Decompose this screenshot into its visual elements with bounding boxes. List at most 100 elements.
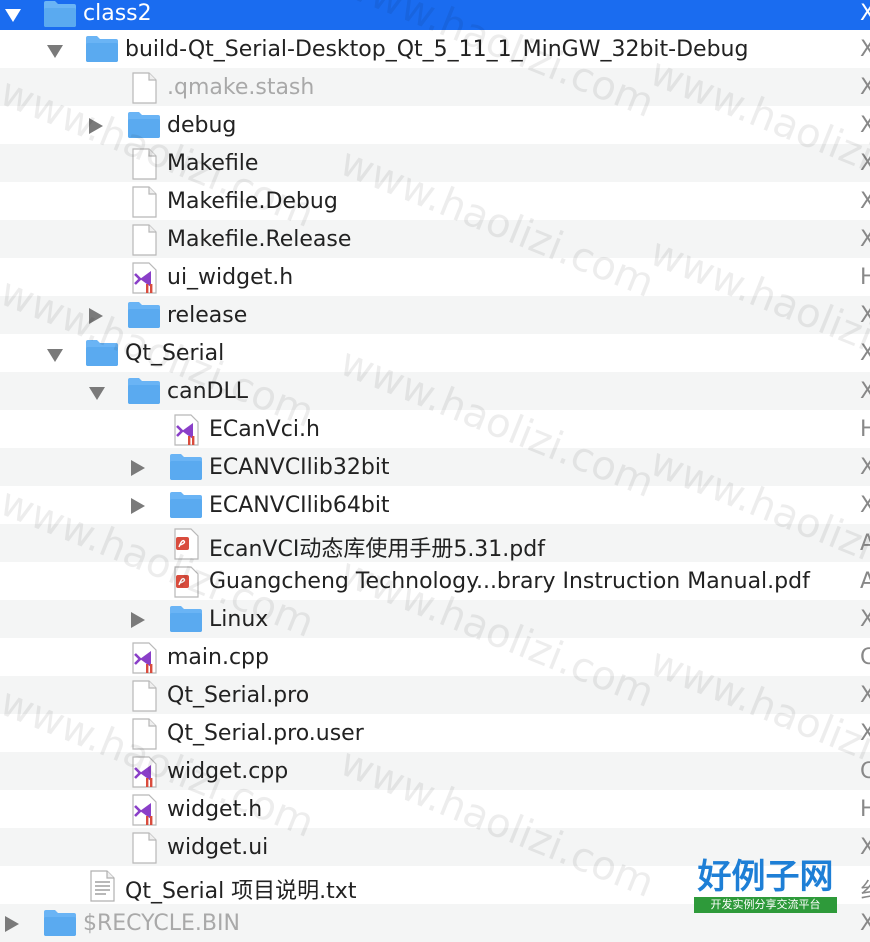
- tree-row-label: Qt_Serial 项目说明.txt: [125, 879, 357, 904]
- document-icon: [127, 224, 161, 260]
- tree-row-label: release: [167, 303, 248, 328]
- kind-column-cell: X: [860, 75, 870, 100]
- tree-row-label: EcanVCI动态库使用手册5.31.pdf: [209, 537, 545, 562]
- kind-column-cell: C: [860, 645, 870, 670]
- disclosure-triangle-collapsed-icon[interactable]: [89, 308, 103, 324]
- kind-column-cell: X: [860, 341, 870, 366]
- tree-row-label: Guangcheng Technology...brary Instructio…: [209, 569, 810, 594]
- kind-column-cell: X: [860, 113, 870, 138]
- disclosure-triangle-expanded-icon[interactable]: [47, 349, 63, 362]
- tree-row-label: Makefile.Release: [167, 227, 352, 252]
- tree-row-label: class2: [83, 1, 152, 26]
- kind-column-cell: X: [860, 37, 870, 62]
- tree-row-label: main.cpp: [167, 645, 269, 670]
- tree-row[interactable]: main.cpp C: [0, 638, 870, 676]
- document-icon: [127, 680, 161, 716]
- kind-column-cell: X: [860, 1, 870, 26]
- file-tree: class2 Xbuild-Qt_Serial-Desktop_Qt_5_11_1…: [0, 0, 870, 942]
- disclosure-triangle-expanded-icon[interactable]: [89, 387, 105, 400]
- kind-column-cell: H: [860, 417, 870, 442]
- text-file-icon: [85, 870, 119, 906]
- tree-row[interactable]: ECANVCIlib32bit X: [0, 448, 870, 486]
- kind-column-cell: X: [860, 455, 870, 480]
- kind-column-cell: X: [860, 493, 870, 518]
- kind-column-cell: H: [860, 265, 870, 290]
- folder-icon: [169, 604, 203, 638]
- visual-studio-file-icon: [127, 262, 161, 298]
- tree-row[interactable]: build-Qt_Serial-Desktop_Qt_5_11_1_MinGW_…: [0, 30, 870, 68]
- tree-row[interactable]: Linux X: [0, 600, 870, 638]
- tree-row[interactable]: Qt_Serial.pro X: [0, 676, 870, 714]
- folder-icon: [169, 490, 203, 524]
- tree-row[interactable]: widget.h H: [0, 790, 870, 828]
- kind-column-cell: X: [860, 227, 870, 252]
- tree-row[interactable]: ui_widget.h H: [0, 258, 870, 296]
- document-icon: [127, 718, 161, 754]
- tree-row[interactable]: Makefile X: [0, 144, 870, 182]
- disclosure-triangle-collapsed-icon[interactable]: [131, 460, 145, 476]
- tree-row-label: Makefile.Debug: [167, 189, 338, 214]
- tree-row-label: Qt_Serial.pro: [167, 683, 310, 708]
- tree-row-label: Qt_Serial: [125, 341, 225, 366]
- tree-row-label: canDLL: [167, 379, 248, 404]
- tree-row[interactable]: class2 X: [0, 0, 870, 30]
- kind-column-cell: C: [860, 759, 870, 784]
- disclosure-triangle-collapsed-icon[interactable]: [5, 916, 19, 932]
- document-icon: [127, 148, 161, 184]
- folder-icon: [43, 908, 77, 942]
- folder-icon: [85, 34, 119, 68]
- tree-row-label: ui_widget.h: [167, 265, 294, 290]
- visual-studio-file-icon: [127, 642, 161, 678]
- tree-row[interactable]: Makefile.Debug X: [0, 182, 870, 220]
- tree-row[interactable]: ECanVci.h H: [0, 410, 870, 448]
- folder-icon: [43, 0, 77, 33]
- tree-row[interactable]: Qt_Serial X: [0, 334, 870, 372]
- disclosure-triangle-collapsed-icon[interactable]: [89, 118, 103, 134]
- tree-row[interactable]: Guangcheng Technology...brary Instructio…: [0, 562, 870, 600]
- document-icon: [127, 832, 161, 868]
- logo-title: 好例子网: [697, 857, 834, 897]
- folder-icon: [85, 338, 119, 372]
- visual-studio-file-icon: [127, 794, 161, 830]
- tree-row[interactable]: Qt_Serial.pro.user X: [0, 714, 870, 752]
- kind-column-cell: A: [860, 531, 870, 556]
- disclosure-triangle-collapsed-icon[interactable]: [131, 612, 145, 628]
- kind-column-cell: H: [860, 797, 870, 822]
- tree-row-label: ECANVCIlib64bit: [209, 493, 390, 518]
- tree-row[interactable]: EcanVCI动态库使用手册5.31.pdf A: [0, 524, 870, 562]
- tree-row-label: ECanVci.h: [209, 417, 320, 442]
- disclosure-triangle-collapsed-icon[interactable]: [131, 498, 145, 514]
- kind-column-cell: X: [860, 835, 870, 860]
- tree-row-label: Linux: [209, 607, 269, 632]
- tree-row-label: Makefile: [167, 151, 259, 176]
- tree-row[interactable]: canDLL X: [0, 372, 870, 410]
- folder-icon: [127, 376, 161, 410]
- disclosure-triangle-expanded-icon[interactable]: [5, 9, 21, 22]
- kind-column-cell: X: [860, 189, 870, 214]
- document-icon: [127, 186, 161, 222]
- document-icon: [127, 72, 161, 108]
- folder-icon: [127, 110, 161, 144]
- tree-row[interactable]: .qmake.stash X: [0, 68, 870, 106]
- pdf-file-icon: [169, 566, 203, 602]
- tree-row[interactable]: release X: [0, 296, 870, 334]
- disclosure-triangle-expanded-icon[interactable]: [47, 45, 63, 58]
- visual-studio-file-icon: [127, 756, 161, 792]
- pdf-file-icon: [169, 528, 203, 564]
- kind-column-cell: X: [860, 151, 870, 176]
- tree-row-label: .qmake.stash: [167, 75, 315, 100]
- tree-row-label: widget.h: [167, 797, 263, 822]
- kind-column-cell: X: [860, 683, 870, 708]
- tree-row-label: debug: [167, 113, 237, 138]
- kind-column-cell: X: [860, 379, 870, 404]
- tree-row-label: Qt_Serial.pro.user: [167, 721, 364, 746]
- tree-row[interactable]: ECANVCIlib64bit X: [0, 486, 870, 524]
- kind-column-cell: A: [860, 569, 870, 594]
- tree-row-label: widget.ui: [167, 835, 269, 860]
- kind-column-cell: X: [860, 607, 870, 632]
- tree-row-label: build-Qt_Serial-Desktop_Qt_5_11_1_MinGW_…: [125, 37, 749, 62]
- tree-row[interactable]: debug X: [0, 106, 870, 144]
- tree-row[interactable]: widget.cpp C: [0, 752, 870, 790]
- kind-column-cell: 纟: [860, 873, 870, 905]
- tree-row[interactable]: Makefile.Release X: [0, 220, 870, 258]
